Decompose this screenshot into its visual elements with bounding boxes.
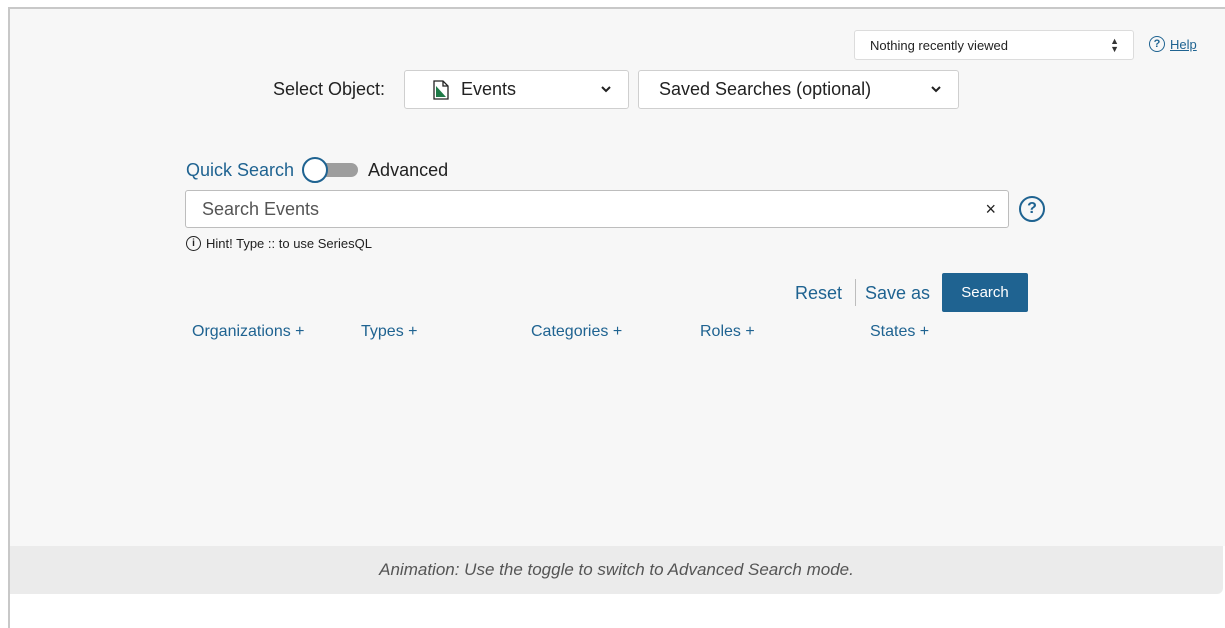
clear-icon[interactable]: × (985, 200, 996, 218)
saved-searches-value: Saved Searches (optional) (659, 79, 872, 99)
help-icon: ? (1149, 36, 1165, 52)
search-mode-toggle[interactable] (302, 157, 360, 183)
quick-search-label[interactable]: Quick Search (186, 160, 294, 181)
chevron-down-icon (931, 86, 941, 93)
filter-types[interactable]: Types + (361, 323, 417, 341)
action-divider (855, 279, 856, 306)
search-mode-row: Quick Search Advanced (186, 157, 448, 183)
object-type-select[interactable]: Events (404, 70, 629, 109)
chevron-down-icon (601, 86, 611, 93)
filter-categories[interactable]: Categories + (531, 323, 622, 341)
select-object-label: Select Object: (273, 79, 386, 99)
search-box: × (185, 190, 1009, 228)
advanced-search-label[interactable]: Advanced (368, 160, 448, 181)
help-label: Help (1170, 36, 1197, 52)
document-icon (433, 79, 449, 100)
filter-organizations[interactable]: Organizations + (192, 323, 305, 341)
reset-link[interactable]: Reset (795, 283, 842, 304)
filter-states[interactable]: States + (870, 323, 929, 341)
search-input[interactable] (200, 191, 964, 227)
info-icon: i (186, 236, 201, 251)
filter-roles[interactable]: Roles + (700, 323, 755, 341)
hint-text: Hint! Type :: to use SeriesQL (206, 236, 372, 251)
recently-viewed-value: Nothing recently viewed (870, 37, 1009, 53)
search-help-icon[interactable]: ? (1019, 196, 1045, 222)
help-link[interactable]: ? Help (1149, 36, 1197, 52)
seriesql-hint: i Hint! Type :: to use SeriesQL (186, 236, 372, 251)
search-button[interactable]: Search (942, 273, 1028, 312)
recently-viewed-select[interactable]: Nothing recently viewed ▲ ▼ (854, 30, 1134, 60)
animation-caption: Animation: Use the toggle to switch to A… (10, 546, 1223, 594)
sort-arrows-icon: ▲ ▼ (1110, 36, 1119, 54)
object-type-value: Events (461, 79, 517, 99)
toggle-knob (302, 157, 329, 183)
saved-searches-select[interactable]: Saved Searches (optional) (638, 70, 959, 109)
save-as-link[interactable]: Save as (865, 283, 930, 304)
